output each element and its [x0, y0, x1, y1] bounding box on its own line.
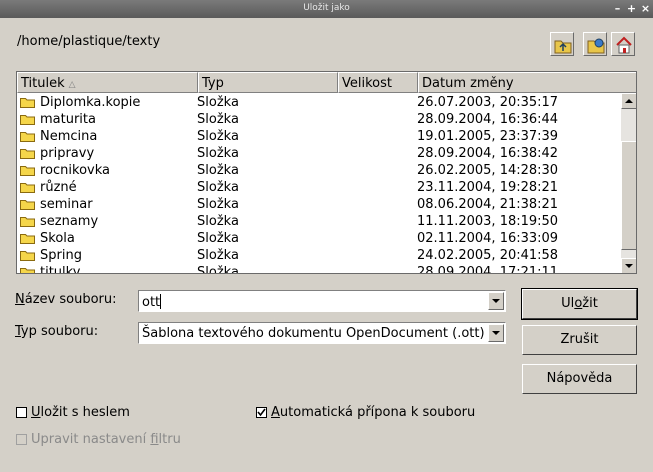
- list-item[interactable]: rocnikovka Složka 26.02.2005, 14:28:30: [17, 162, 621, 179]
- list-item[interactable]: maturita Složka 28.09.2004, 16:36:44: [17, 111, 621, 128]
- title-bar: Uložit jako – + ×: [0, 0, 653, 18]
- file-name: pripravy: [40, 146, 95, 161]
- folder-icon: [20, 149, 35, 159]
- filename-dropdown-button[interactable]: [488, 292, 504, 310]
- file-type: Složka: [197, 112, 239, 127]
- filetype-dropdown-button[interactable]: [488, 324, 504, 342]
- list-item[interactable]: Skola Složka 02.11.2004, 16:33:09: [17, 230, 621, 247]
- file-date: 26.07.2003, 20:35:17: [417, 95, 559, 110]
- file-name: Diplomka.kopie: [40, 95, 141, 110]
- folder-icon: [20, 234, 35, 244]
- column-header-title[interactable]: Titulek △: [17, 72, 198, 93]
- file-date: 11.11.2003, 18:19:50: [417, 214, 559, 229]
- file-type: Složka: [197, 231, 239, 246]
- auto-extension-label[interactable]: Automatická přípona k souboru: [271, 405, 475, 420]
- list-item[interactable]: titulky Složka 28.09.2004, 17:21:11: [17, 264, 621, 274]
- minimize-icon[interactable]: –: [611, 2, 624, 15]
- checkmark-icon: [257, 408, 266, 417]
- list-item[interactable]: různé Složka 23.11.2004, 19:28:21: [17, 179, 621, 196]
- folder-icon: [20, 251, 35, 261]
- save-button[interactable]: Uložit: [521, 288, 638, 320]
- list-item[interactable]: Spring Složka 24.02.2005, 20:41:58: [17, 247, 621, 264]
- file-name: maturita: [40, 112, 96, 127]
- maximize-icon[interactable]: +: [625, 2, 638, 15]
- window-title: Uložit jako: [303, 3, 350, 13]
- current-path: /home/plastique/texty: [17, 34, 161, 49]
- folder-icon: [20, 200, 35, 210]
- vertical-scrollbar[interactable]: [621, 93, 636, 273]
- arrow-up-icon: [625, 99, 633, 103]
- file-name: různé: [40, 180, 77, 195]
- folder-icon: [20, 183, 35, 193]
- folder-icon: [20, 132, 35, 142]
- file-name: titulky: [40, 265, 81, 274]
- file-type: Složka: [197, 146, 239, 161]
- file-name: rocnikovka: [40, 163, 110, 178]
- filename-label: Název souboru:: [15, 292, 117, 307]
- filetype-select[interactable]: Šablona textového dokumentu OpenDocument…: [138, 322, 506, 344]
- text-caret: [160, 294, 162, 309]
- folder-icon: [20, 217, 35, 227]
- edit-filter-settings-label: Upravit nastavení filtru: [31, 432, 181, 447]
- column-header-type[interactable]: Typ: [198, 72, 338, 93]
- help-button[interactable]: Nápověda: [522, 364, 637, 394]
- file-type: Složka: [197, 180, 239, 195]
- folder-icon: [20, 166, 35, 176]
- file-date: 19.01.2005, 23:37:39: [417, 129, 559, 144]
- arrow-down-icon: [625, 264, 633, 268]
- list-item[interactable]: seznamy Složka 11.11.2003, 18:19:50: [17, 213, 621, 230]
- chevron-down-icon: [492, 299, 500, 303]
- cancel-button[interactable]: Zrušit: [522, 325, 637, 355]
- file-type: Složka: [197, 197, 239, 212]
- scroll-thumb[interactable]: [621, 141, 636, 250]
- save-with-password-checkbox[interactable]: [16, 407, 27, 418]
- folder-icon: [20, 98, 35, 108]
- filename-input[interactable]: ott: [138, 290, 506, 312]
- list-item[interactable]: Nemcina Složka 19.01.2005, 23:37:39: [17, 128, 621, 145]
- file-name: Nemcina: [40, 129, 98, 144]
- list-item[interactable]: Diplomka.kopie Složka 26.07.2003, 20:35:17: [17, 94, 621, 111]
- file-date: 28.09.2004, 17:21:11: [417, 265, 559, 274]
- home-icon: [616, 36, 632, 54]
- edit-filter-settings-checkbox: [16, 434, 27, 445]
- file-type: Složka: [197, 214, 239, 229]
- file-date: 23.11.2004, 19:28:21: [417, 180, 559, 195]
- file-name: Spring: [40, 248, 82, 263]
- file-date: 28.09.2004, 16:36:44: [417, 112, 559, 127]
- auto-extension-checkbox[interactable]: [256, 407, 267, 418]
- file-list[interactable]: Titulek △ Typ Velikost Datum změny Diplom…: [16, 71, 637, 274]
- file-date: 28.09.2004, 16:38:42: [417, 146, 559, 161]
- folder-up-icon: [554, 40, 572, 54]
- sort-ascending-icon: △: [68, 80, 76, 90]
- folder-icon: [20, 268, 35, 273]
- file-name: Skola: [40, 231, 75, 246]
- file-name: seminar: [40, 197, 93, 212]
- new-folder-button[interactable]: [583, 32, 607, 56]
- file-type: Složka: [197, 129, 239, 144]
- file-name: seznamy: [40, 214, 99, 229]
- file-type: Složka: [197, 265, 239, 274]
- scroll-down-button[interactable]: [621, 258, 636, 273]
- column-header-size[interactable]: Velikost: [338, 72, 418, 93]
- folder-up-button[interactable]: [550, 32, 574, 56]
- scroll-up-button[interactable]: [621, 93, 636, 109]
- column-header-date[interactable]: Datum změny: [418, 72, 636, 93]
- list-item[interactable]: seminar Složka 08.06.2004, 21:38:21: [17, 196, 621, 213]
- file-date: 08.06.2004, 21:38:21: [417, 197, 559, 212]
- file-date: 26.02.2005, 14:28:30: [417, 163, 559, 178]
- close-icon[interactable]: ×: [639, 2, 652, 15]
- home-button[interactable]: [611, 32, 635, 56]
- folder-icon: [20, 115, 35, 125]
- file-type: Složka: [197, 163, 239, 178]
- chevron-down-icon: [492, 331, 500, 335]
- file-date: 24.02.2005, 20:41:58: [417, 248, 559, 263]
- file-type: Složka: [197, 95, 239, 110]
- list-item[interactable]: pripravy Složka 28.09.2004, 16:38:42: [17, 145, 621, 162]
- file-type: Složka: [197, 248, 239, 263]
- filetype-label: Typ souboru:: [15, 324, 99, 339]
- new-folder-icon: [587, 38, 605, 54]
- save-with-password-label[interactable]: Uložit s heslem: [31, 405, 130, 420]
- file-date: 02.11.2004, 16:33:09: [417, 231, 559, 246]
